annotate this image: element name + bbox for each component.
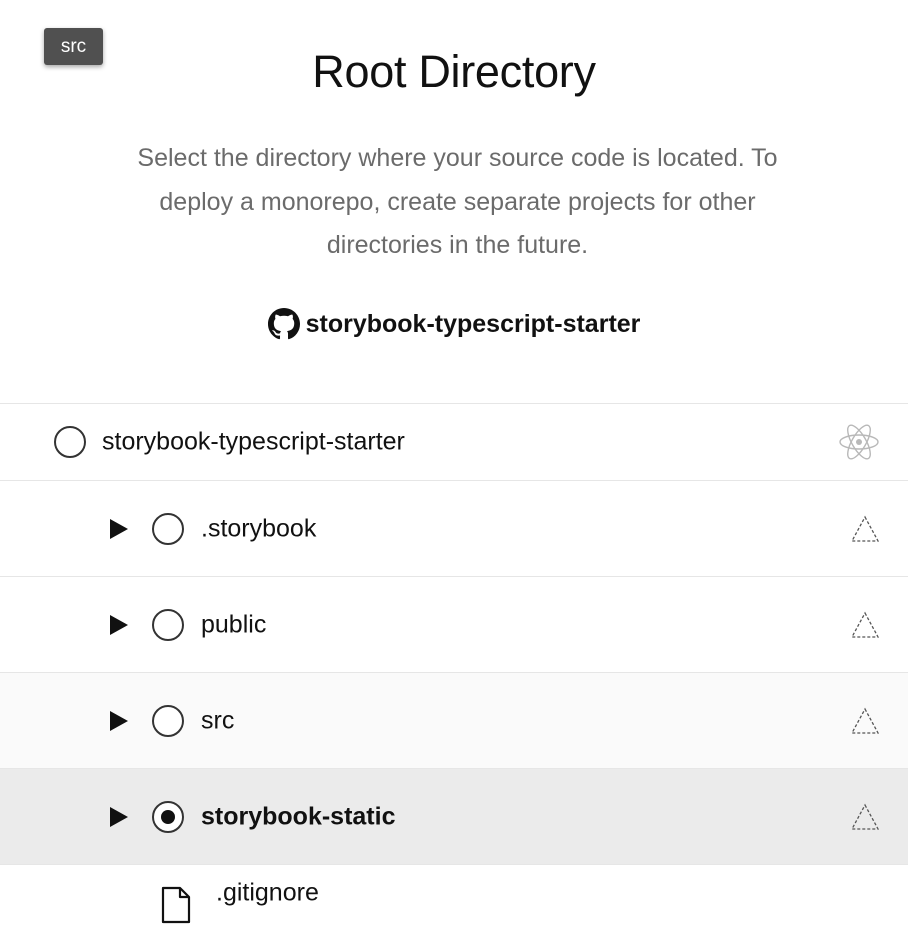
tree-row-folder-selected[interactable]: storybook-static (0, 768, 908, 864)
tree-row-folder[interactable]: src (0, 672, 908, 768)
tree-row-root[interactable]: storybook-typescript-starter (0, 403, 908, 480)
description-line: Select the directory where your source c… (137, 144, 778, 172)
radio-button[interactable] (152, 512, 184, 545)
page-title: Root Directory (312, 46, 596, 97)
tree-row-label: .gitignore (216, 878, 319, 907)
directory-tree: storybook-typescript-starter .storybook (0, 403, 908, 930)
unknown-framework-icon (850, 515, 880, 543)
tree-row-folder[interactable]: .storybook (0, 480, 908, 576)
description-line: deploy a monorepo, create separate proje… (159, 187, 756, 216)
description: Select the directory where your source c… (70, 137, 845, 268)
radio-button[interactable] (152, 608, 184, 641)
github-icon (267, 308, 300, 340)
description-line: directories in the future. (326, 231, 589, 259)
tree-row-label: .storybook (201, 514, 317, 542)
caret-right-icon[interactable] (110, 518, 128, 539)
unknown-framework-icon (850, 803, 880, 831)
caret-right-icon[interactable] (110, 614, 128, 635)
radio-button[interactable] (54, 426, 86, 458)
caret-right-icon[interactable] (110, 710, 128, 731)
radio-button-selected[interactable] (152, 800, 184, 833)
unknown-framework-icon (850, 611, 880, 639)
tree-row-label: public (201, 610, 267, 638)
unknown-framework-icon (850, 707, 880, 735)
tree-row-label: storybook-static (201, 802, 396, 830)
repository-label: storybook-typescript-starter (0, 308, 908, 340)
root-directory-page: src Root Directory Select the directory … (0, 0, 908, 930)
repository-name: storybook-typescript-starter (305, 309, 641, 338)
tree-row-label: src (201, 706, 235, 734)
radio-button[interactable] (152, 704, 184, 737)
react-icon (838, 422, 880, 462)
tree-row-label: storybook-typescript-starter (102, 427, 405, 456)
tree-row-folder[interactable]: public (0, 576, 908, 672)
tree-row-file[interactable]: .gitignore (0, 864, 908, 930)
caret-right-icon[interactable] (110, 806, 128, 827)
file-icon (160, 885, 192, 930)
